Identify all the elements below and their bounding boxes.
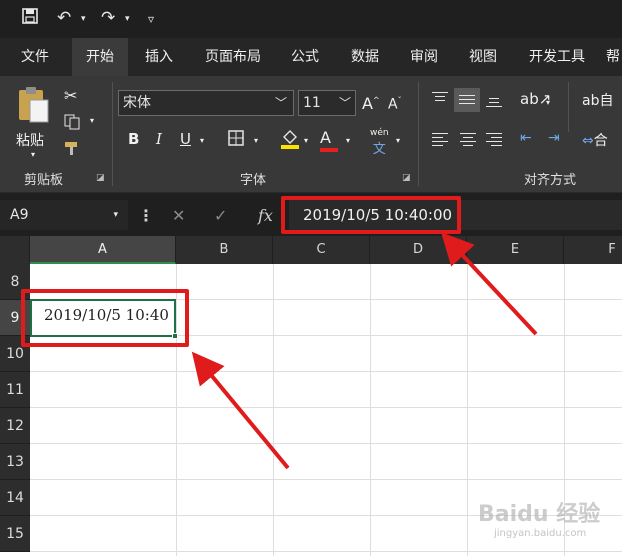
- annotation-arrows: [191, 232, 538, 470]
- arrow-to-formula: [441, 232, 538, 336]
- watermark: Baidu 经验: [478, 502, 601, 527]
- watermark-url: jingyan.baidu.com: [494, 528, 587, 539]
- arrow-to-cell: [191, 351, 290, 470]
